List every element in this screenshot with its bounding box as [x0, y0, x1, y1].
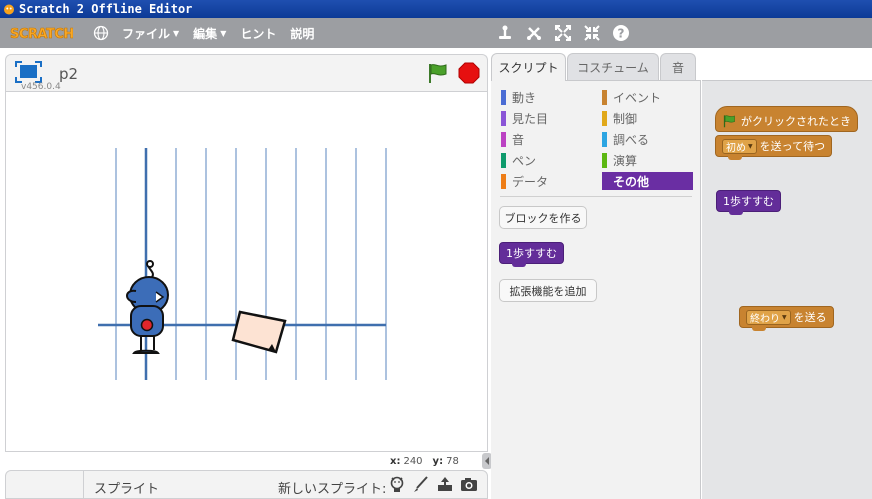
green-flag-icon[interactable] [426, 62, 450, 84]
window-title-bar: Scratch 2 Offline Editor [0, 0, 872, 18]
palette-custom-block[interactable]: 1歩すすむ [499, 242, 564, 267]
camera-icon[interactable] [460, 475, 478, 493]
category-pen[interactable]: ペン [501, 151, 536, 169]
chevron-down-icon: ▼ [748, 142, 753, 150]
chevron-down-icon: ▼ [220, 28, 227, 38]
category-color-bar [501, 110, 506, 126]
stop-icon[interactable] [458, 62, 480, 84]
block-notch [512, 263, 526, 267]
sprite-tools: ? [496, 24, 630, 42]
category-sound[interactable]: 音 [501, 130, 524, 148]
category-color-bar [602, 131, 607, 147]
category-color-bar [602, 89, 607, 105]
project-title[interactable]: p2 [59, 65, 78, 83]
category-color-bar [501, 173, 506, 189]
sprite-library-icon[interactable] [388, 475, 406, 493]
globe-icon[interactable] [93, 25, 109, 41]
window-title: Scratch 2 Offline Editor [19, 2, 193, 16]
category-color-bar [602, 174, 607, 189]
scratch-logo[interactable]: SCRATCH [9, 23, 73, 43]
new-sprite-tools [388, 475, 478, 493]
category-motion[interactable]: 動き [501, 88, 536, 106]
scratch-cat-icon [4, 4, 14, 15]
robot-sprite[interactable] [126, 260, 169, 354]
sprites-label: スプライト [94, 482, 160, 497]
presentation-mode-icon[interactable] [15, 61, 42, 83]
category-color-bar [602, 152, 607, 168]
category-color-bar [501, 152, 506, 168]
mouse-coordinates: x: 240 y: 78 [390, 456, 459, 467]
category-events[interactable]: イベント [602, 88, 661, 106]
stage-header: p2 v456.0.4 [5, 54, 488, 92]
menu-about[interactable]: 説明 [290, 25, 314, 42]
message-dropdown[interactable]: 終わり ▼ [746, 309, 791, 325]
broadcast-block[interactable]: 終わり ▼ を送る [739, 306, 834, 331]
stage[interactable] [5, 91, 488, 452]
card-sprite[interactable] [231, 310, 287, 354]
category-more-blocks[interactable]: その他 [602, 172, 693, 190]
add-extension-button[interactable]: 拡張機能を追加 [499, 279, 597, 302]
category-color-bar [501, 131, 506, 147]
new-sprite-label: 新しいスプライト: [278, 482, 387, 497]
message-dropdown[interactable]: 初め ▼ [722, 138, 757, 154]
palette-divider [500, 196, 692, 197]
duplicate-icon[interactable] [496, 24, 514, 42]
help-icon[interactable]: ? [612, 24, 630, 42]
tab-scripts[interactable]: スクリプト [491, 53, 566, 81]
block-notch [752, 327, 766, 331]
category-looks[interactable]: 見た目 [501, 109, 548, 127]
tab-costumes[interactable]: コスチューム [567, 53, 659, 80]
chevron-down-icon: ▼ [173, 28, 180, 38]
shrink-icon[interactable] [583, 24, 601, 42]
when-flag-clicked-block[interactable]: がクリックされたとき [715, 106, 858, 132]
custom-block[interactable]: 1歩すすむ [716, 190, 781, 215]
chevron-down-icon: ▼ [782, 313, 787, 321]
tab-sounds[interactable]: 音 [660, 53, 696, 80]
svg-text:SCRATCH: SCRATCH [10, 27, 73, 42]
menu-file[interactable]: ファイル ▼ [122, 25, 179, 42]
paint-brush-icon[interactable] [412, 475, 430, 493]
category-data[interactable]: データ [501, 172, 548, 190]
category-control[interactable]: 制御 [602, 109, 637, 127]
menu-edit[interactable]: 編集 ▼ [193, 25, 226, 42]
delete-icon[interactable] [525, 24, 543, 42]
stage-backdrop [98, 148, 387, 380]
make-block-button[interactable]: ブロックを作る [499, 206, 587, 229]
grow-icon[interactable] [554, 24, 572, 42]
green-flag-icon [723, 115, 735, 128]
block-notch [729, 211, 743, 215]
menu-bar: SCRATCH ファイル ▼ 編集 ▼ ヒント 説明 ? [0, 18, 872, 48]
category-sensing[interactable]: 調べる [602, 130, 649, 148]
broadcast-and-wait-block[interactable]: 初め ▼ を送って待つ [715, 135, 833, 160]
category-color-bar [501, 89, 506, 105]
category-operators[interactable]: 演算 [602, 151, 637, 169]
svg-text:?: ? [618, 27, 625, 41]
block-notch [728, 156, 742, 160]
sprite-pane: スプライト 新しいスプライト: [5, 470, 488, 499]
category-color-bar [602, 110, 607, 126]
upload-icon[interactable] [436, 475, 454, 493]
divider [83, 471, 84, 499]
menu-tips[interactable]: ヒント [240, 25, 276, 42]
